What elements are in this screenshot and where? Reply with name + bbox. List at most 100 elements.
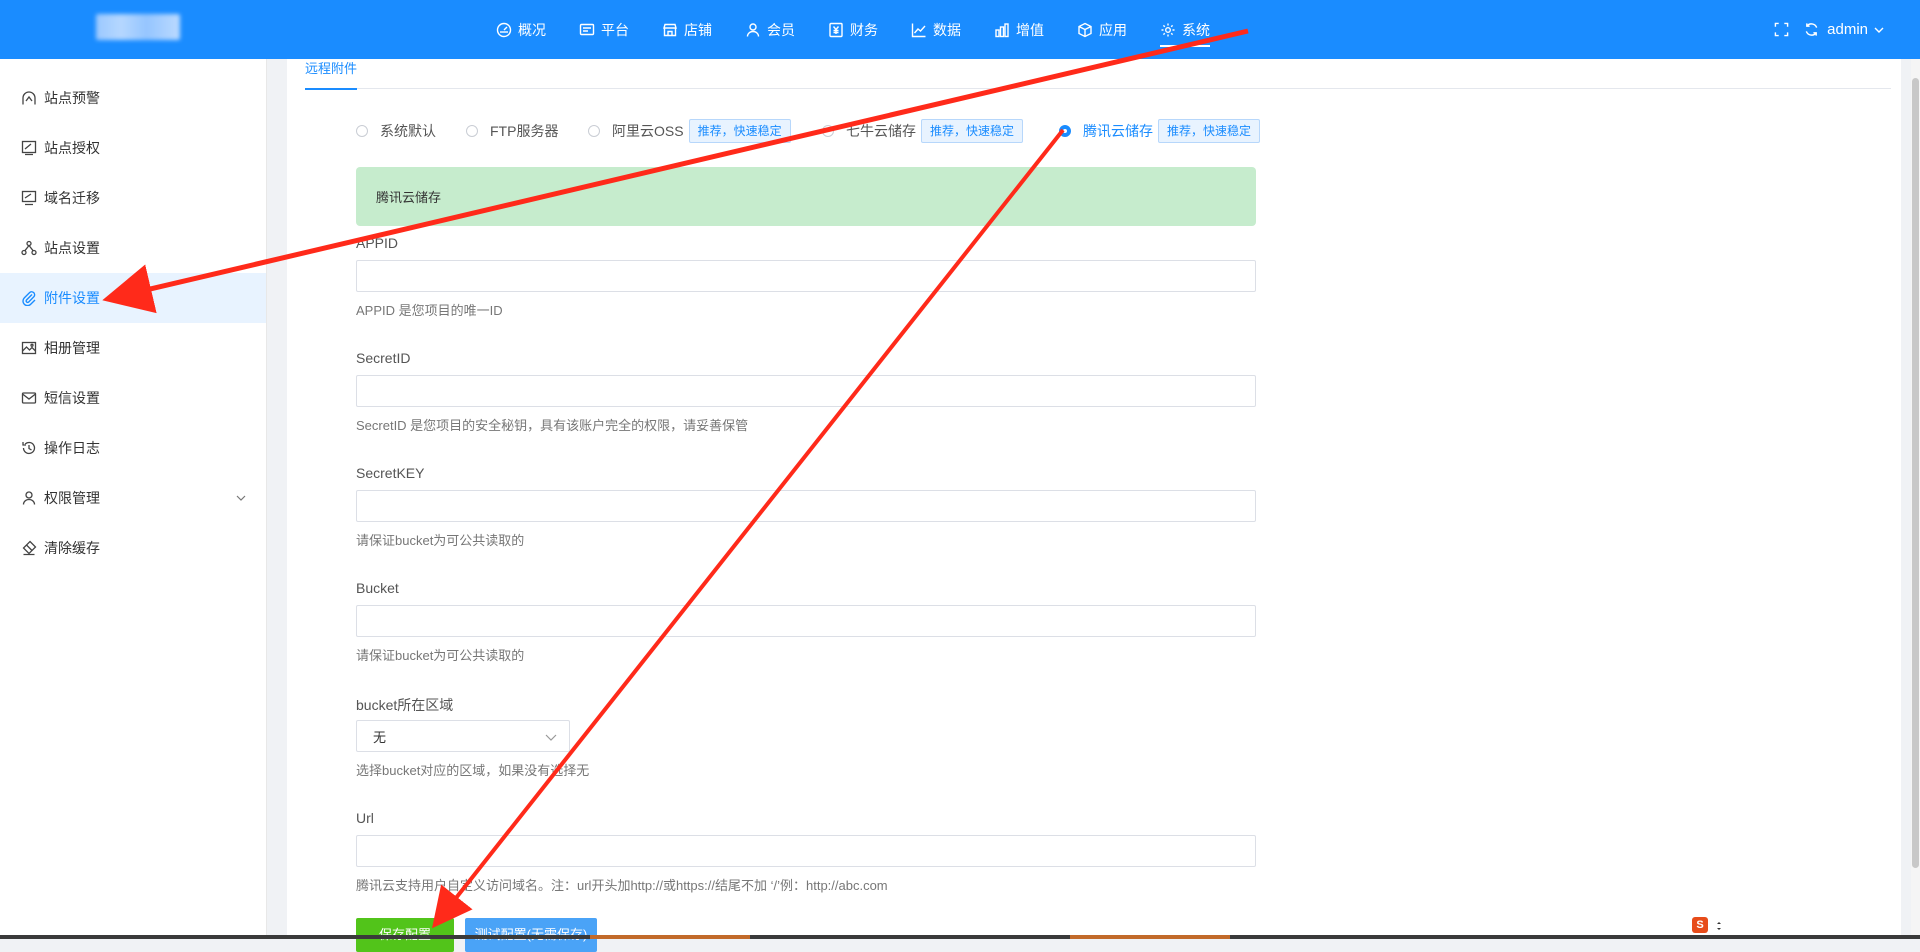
finance-icon bbox=[829, 22, 843, 37]
radio-circle[interactable] bbox=[822, 125, 834, 137]
sidebar-item-label: 域名迁移 bbox=[44, 190, 100, 206]
user-icon bbox=[22, 491, 36, 505]
logo[interactable] bbox=[96, 14, 180, 40]
platform-icon bbox=[579, 23, 595, 35]
domain-icon bbox=[21, 190, 37, 206]
nav-app[interactable]: 应用 bbox=[1077, 0, 1127, 59]
sidebar-item-label: 短信设置 bbox=[44, 390, 100, 406]
taskbar-segment bbox=[1070, 935, 1230, 939]
appid-input[interactable] bbox=[356, 260, 1256, 292]
system-gear-icon bbox=[1161, 23, 1175, 36]
sidebar-item-clear-cache[interactable]: 清除缓存 bbox=[0, 523, 266, 573]
sidebar-item-label: 站点设置 bbox=[44, 240, 100, 256]
header-tools: admin bbox=[1759, 0, 1884, 59]
secret-id-help: SecretID 是您项目的安全秘钥，具有该账户完全的权限，请妥善保管 bbox=[356, 418, 749, 433]
nav-label: 概况 bbox=[518, 21, 546, 38]
tab-bar: 远程附件 bbox=[305, 59, 1891, 90]
chevron-down-icon[interactable] bbox=[1874, 25, 1884, 35]
region-select[interactable]: 无 bbox=[356, 720, 570, 752]
user-menu[interactable]: admin bbox=[1827, 21, 1868, 38]
nav-overview[interactable]: 概况 bbox=[496, 0, 546, 59]
nav-system[interactable]: 系统 bbox=[1160, 0, 1210, 59]
secret-key-help: 请保证bucket为可公共读取的 bbox=[356, 533, 525, 548]
sidebar-item-operation-log[interactable]: 操作日志 bbox=[0, 423, 266, 473]
radio-label: 腾讯云储存 bbox=[1083, 123, 1153, 139]
region-label: bucket所在区域 bbox=[356, 697, 454, 713]
secret-id-label: SecretID bbox=[356, 350, 411, 366]
taskbar-strip bbox=[0, 935, 1920, 939]
radio-circle[interactable] bbox=[466, 125, 478, 137]
recommend-badge: 推荐，快速稳定 bbox=[688, 119, 791, 143]
tab-remote-attachment[interactable]: 远程附件 bbox=[305, 59, 358, 90]
image-icon bbox=[21, 341, 37, 355]
storage-info-banner: 腾讯云储存 bbox=[356, 167, 1256, 226]
refresh-icon[interactable] bbox=[1803, 22, 1819, 38]
url-input[interactable] bbox=[356, 835, 1256, 867]
sidebar-item-site-license[interactable]: 站点授权 bbox=[0, 123, 266, 173]
nav-label: 平台 bbox=[601, 21, 629, 38]
nav-label: 财务 bbox=[850, 21, 878, 38]
nav-member[interactable]: 会员 bbox=[745, 0, 795, 59]
nav-label: 增值 bbox=[1016, 21, 1044, 38]
sidebar-item-label: 附件设置 bbox=[44, 290, 100, 306]
secret-key-input[interactable] bbox=[356, 490, 1256, 522]
mail-icon bbox=[21, 392, 37, 404]
radio-label: 阿里云OSS bbox=[612, 123, 684, 139]
shop-icon bbox=[663, 23, 677, 36]
data-icon bbox=[911, 23, 926, 37]
radio-label: 七牛云储存 bbox=[846, 123, 916, 139]
nav-label: 系统 bbox=[1182, 21, 1210, 38]
radio-aliyun-oss[interactable]: 阿里云OSS 推荐，快速稳定 bbox=[588, 119, 791, 143]
region-help: 选择bucket对应的区域，如果没有选择无 bbox=[356, 763, 590, 778]
fullscreen-icon[interactable] bbox=[1773, 22, 1789, 38]
radio-label: FTP服务器 bbox=[490, 123, 559, 139]
ime-icon[interactable]: S bbox=[1692, 917, 1708, 933]
radio-label: 系统默认 bbox=[380, 123, 436, 139]
appid-label: APPID bbox=[356, 235, 399, 251]
sidebar-item-attachment-settings[interactable]: 附件设置 bbox=[0, 273, 266, 323]
radio-system-default[interactable]: 系统默认 bbox=[356, 119, 436, 143]
radio-qiniu[interactable]: 七牛云储存 推荐，快速稳定 bbox=[822, 119, 1024, 143]
radio-circle[interactable] bbox=[356, 125, 368, 137]
nav-label: 店铺 bbox=[684, 21, 712, 38]
sitemap-icon bbox=[21, 240, 37, 256]
nav-platform[interactable]: 平台 bbox=[579, 0, 629, 59]
top-navbar: 概况 平台 店铺 会员 财务 数据 增值 应用 系统 admin bbox=[0, 0, 1920, 59]
app-icon bbox=[1078, 22, 1092, 37]
sidebar-item-sms[interactable]: 短信设置 bbox=[0, 373, 266, 423]
nav-data[interactable]: 数据 bbox=[911, 0, 961, 59]
sidebar-item-domain-migrate[interactable]: 域名迁移 bbox=[0, 173, 266, 223]
scrollbar-thumb[interactable] bbox=[1912, 78, 1919, 868]
radio-circle[interactable] bbox=[588, 125, 600, 137]
sidebar-item-label: 站点授权 bbox=[44, 140, 100, 156]
chevron-down-icon bbox=[545, 734, 557, 741]
sidebar-item-site-alert[interactable]: 站点预警 bbox=[0, 73, 266, 123]
main-content: 远程附件 系统默认 FTP服务器 阿里云OSS 推荐，快速稳定 七牛云储存 推荐… bbox=[287, 59, 1901, 952]
secret-id-input[interactable] bbox=[356, 375, 1256, 407]
sidebar-item-label: 操作日志 bbox=[44, 440, 100, 456]
main-nav: 概况 平台 店铺 会员 财务 数据 增值 应用 系统 bbox=[496, 0, 1243, 59]
sidebar-item-album[interactable]: 相册管理 bbox=[0, 323, 266, 373]
nav-shop[interactable]: 店铺 bbox=[662, 0, 712, 59]
dashboard-icon bbox=[496, 22, 512, 37]
radio-ftp[interactable]: FTP服务器 bbox=[466, 119, 558, 143]
recommend-badge: 推荐，快速稳定 bbox=[1158, 119, 1261, 143]
radio-tencent-cos[interactable]: 腾讯云储存 推荐，快速稳定 bbox=[1059, 119, 1261, 143]
sidebar-item-label: 站点预警 bbox=[44, 90, 100, 106]
taskbar-segment bbox=[590, 935, 750, 939]
sidebar-item-site-settings[interactable]: 站点设置 bbox=[0, 223, 266, 273]
sidebar-item-permissions[interactable]: 权限管理 bbox=[0, 473, 266, 523]
alert-icon bbox=[22, 91, 36, 105]
history-icon bbox=[22, 441, 36, 455]
radio-circle-checked[interactable] bbox=[1059, 125, 1071, 137]
chevron-down-icon[interactable] bbox=[236, 493, 246, 503]
nav-addon[interactable]: 增值 bbox=[994, 0, 1044, 59]
ime-menu-icon[interactable] bbox=[1716, 920, 1722, 932]
sidebar-item-label: 相册管理 bbox=[44, 340, 100, 356]
bucket-input[interactable] bbox=[356, 605, 1256, 637]
addon-icon bbox=[995, 22, 1009, 37]
secret-key-label: SecretKEY bbox=[356, 465, 425, 481]
url-help: 腾讯云支持用户自定义访问域名。注：url开头加http://或https://结… bbox=[356, 878, 888, 893]
nav-finance[interactable]: 财务 bbox=[828, 0, 878, 59]
license-icon bbox=[21, 140, 37, 156]
